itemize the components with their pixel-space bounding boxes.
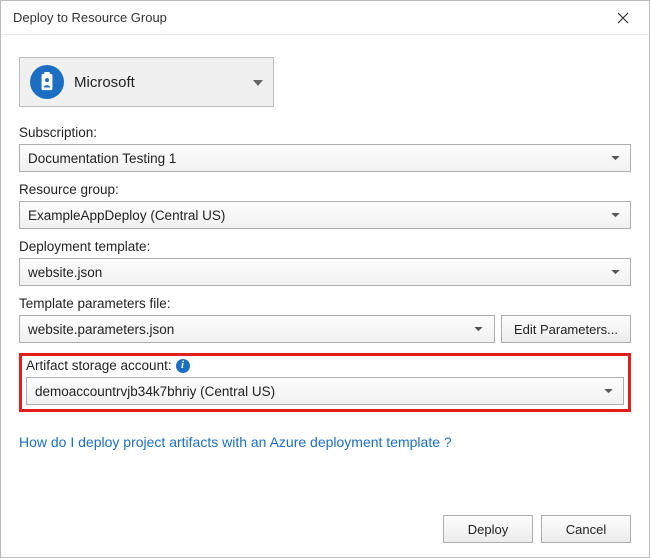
- template-parameters-value: website.parameters.json: [28, 322, 470, 337]
- badge-icon: [38, 72, 56, 92]
- cancel-button[interactable]: Cancel: [541, 515, 631, 543]
- resource-group-label: Resource group:: [19, 182, 631, 197]
- field-deployment-template: Deployment template: website.json: [19, 239, 631, 286]
- resource-group-select[interactable]: ExampleAppDeploy (Central US): [19, 201, 631, 229]
- dialog-content: Microsoft Subscription: Documentation Te…: [1, 35, 649, 557]
- deployment-template-select[interactable]: website.json: [19, 258, 631, 286]
- subscription-label: Subscription:: [19, 125, 631, 140]
- chevron-down-icon: [253, 73, 263, 91]
- subscription-value: Documentation Testing 1: [28, 151, 606, 166]
- template-parameters-label: Template parameters file:: [19, 296, 631, 311]
- resource-group-value: ExampleAppDeploy (Central US): [28, 208, 606, 223]
- edit-parameters-button[interactable]: Edit Parameters...: [501, 315, 631, 343]
- chevron-down-icon: [606, 156, 624, 161]
- chevron-down-icon: [599, 389, 617, 394]
- artifact-storage-label-text: Artifact storage account:: [26, 358, 172, 373]
- window-title: Deploy to Resource Group: [13, 10, 167, 25]
- highlight-artifact-storage: Artifact storage account: i demoaccountr…: [19, 353, 631, 412]
- account-selector[interactable]: Microsoft: [19, 57, 274, 107]
- deploy-button[interactable]: Deploy: [443, 515, 533, 543]
- chevron-down-icon: [606, 213, 624, 218]
- field-resource-group: Resource group: ExampleAppDeploy (Centra…: [19, 182, 631, 229]
- field-template-parameters: Template parameters file: website.parame…: [19, 296, 631, 343]
- titlebar: Deploy to Resource Group: [1, 1, 649, 35]
- deployment-template-value: website.json: [28, 265, 606, 280]
- chevron-down-icon: [470, 327, 488, 332]
- info-icon[interactable]: i: [176, 359, 190, 373]
- account-avatar: [30, 65, 64, 99]
- help-link[interactable]: How do I deploy project artifacts with a…: [19, 434, 631, 450]
- chevron-down-icon: [606, 270, 624, 275]
- template-parameters-select[interactable]: website.parameters.json: [19, 315, 495, 343]
- deployment-template-label: Deployment template:: [19, 239, 631, 254]
- artifact-storage-select[interactable]: demoaccountrvjb34k7bhriy (Central US): [26, 377, 624, 405]
- account-name: Microsoft: [74, 74, 253, 91]
- field-subscription: Subscription: Documentation Testing 1: [19, 125, 631, 172]
- artifact-storage-value: demoaccountrvjb34k7bhriy (Central US): [35, 384, 599, 399]
- artifact-storage-label: Artifact storage account: i: [26, 358, 624, 373]
- dialog-window: Deploy to Resource Group Microsoft Subsc…: [0, 0, 650, 558]
- close-icon: [617, 12, 629, 24]
- dialog-footer: Deploy Cancel: [19, 515, 631, 549]
- close-button[interactable]: [603, 3, 643, 33]
- subscription-select[interactable]: Documentation Testing 1: [19, 144, 631, 172]
